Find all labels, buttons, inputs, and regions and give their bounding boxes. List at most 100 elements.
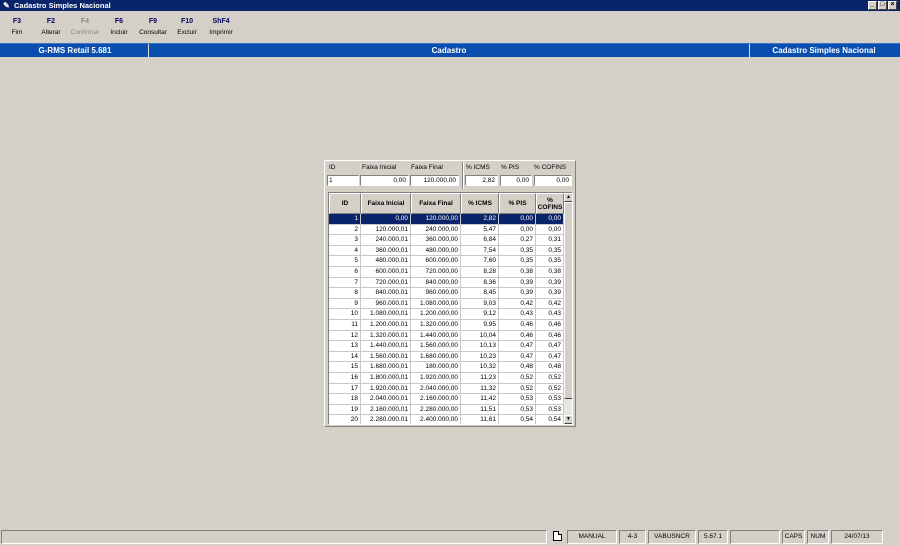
cell-faixa-final: 2.280.000,00 xyxy=(411,404,461,416)
cell-pis: 0,43 xyxy=(499,309,536,320)
pis-label: % PIS xyxy=(501,164,520,171)
window-title: Cadastro Simples Nacional xyxy=(14,1,111,10)
cell-icms: 7,54 xyxy=(461,245,499,257)
fim-button[interactable]: F3 Fim xyxy=(0,14,34,40)
table-row[interactable]: 3 240.000,01 360.000,00 6,84 0,27 0,31 xyxy=(329,235,564,246)
faixas-table[interactable]: ID Faixa Inicial Faixa Final % ICMS % PI… xyxy=(328,192,573,425)
column-header-id[interactable]: ID xyxy=(329,193,361,214)
id-input[interactable]: 1 xyxy=(327,175,359,186)
table-row[interactable]: 5 480.000,01 600.000,00 7,60 0,35 0,35 xyxy=(329,256,564,267)
cell-id: 19 xyxy=(329,404,361,416)
icms-input[interactable]: 2,82 xyxy=(465,175,498,186)
tool-label: Imprimir xyxy=(209,29,233,36)
confirmar-button: F4 Confirmar xyxy=(68,14,102,40)
cadastro-panel: ID Faixa Inicial Faixa Final % ICMS % PI… xyxy=(324,160,576,427)
window-titlebar[interactable]: ✎ Cadastro Simples Nacional _ □ × xyxy=(0,0,900,11)
table-row[interactable]: 18 2.040.000,01 2.160.000,00 11,42 0,53 0,53 xyxy=(329,394,564,405)
icms-label: % ICMS xyxy=(466,164,490,171)
cell-id: 9 xyxy=(329,298,361,310)
cell-faixa-final: 1.320.000,00 xyxy=(411,319,461,331)
column-header-faixa-final[interactable]: Faixa Final xyxy=(411,193,461,214)
cell-id: 8 xyxy=(329,288,361,299)
column-header-cofins[interactable]: % COFINS xyxy=(536,193,564,214)
table-row[interactable]: 6 600.000,01 720.000,00 8,28 0,38 0,38 xyxy=(329,266,564,278)
table-row[interactable]: 7 720.000,01 840.000,00 8,36 0,39 0,39 xyxy=(329,277,564,289)
cell-id: 10 xyxy=(329,309,361,320)
cell-id: 20 xyxy=(329,415,361,424)
cell-icms: 2,82 xyxy=(461,214,499,225)
status-bar: MANUAL 4-3 VABUSNCR 5.67.1 CAPS NUM 24/0… xyxy=(0,529,900,545)
incluir-button[interactable]: F6 Incluir xyxy=(102,14,136,40)
cell-icms: 11,61 xyxy=(461,415,499,424)
scroll-down-icon[interactable]: ▼ xyxy=(564,415,572,424)
table-row[interactable]: 8 840.000,01 960.000,00 8,45 0,39 0,39 xyxy=(329,288,564,299)
consultar-button[interactable]: F9 Consultar xyxy=(136,14,170,40)
table-row[interactable]: 19 2.160.000,01 2.280.000,00 11,51 0,53 0,53 xyxy=(329,404,564,416)
tool-key: F3 xyxy=(12,18,22,25)
cell-id: 14 xyxy=(329,351,361,363)
cell-id: 13 xyxy=(329,341,361,352)
cell-cofins: 0,38 xyxy=(536,266,564,278)
table-row[interactable]: 15 1.680.000,01 180.000,00 10,32 0,48 0,48 xyxy=(329,362,564,373)
vertical-scrollbar[interactable]: ▲ ▼ xyxy=(564,193,572,424)
cell-faixa-inicial: 1.080.000,01 xyxy=(361,309,411,320)
table-row[interactable]: 17 1.920.000,01 2.040.000,00 11,32 0,52 0,52 xyxy=(329,383,564,395)
maximize-button[interactable]: □ xyxy=(878,1,887,10)
cell-faixa-final: 2.040.000,00 xyxy=(411,383,461,395)
column-header-faixa-inicial[interactable]: Faixa Inicial xyxy=(361,193,411,214)
cell-id: 17 xyxy=(329,383,361,395)
minimize-button[interactable]: _ xyxy=(868,1,877,10)
cofins-input[interactable]: 0,00 xyxy=(534,175,572,186)
tool-key: F10 xyxy=(180,18,194,25)
table-row[interactable]: 1 0,00 120.000,00 2,82 0,00 0,00 xyxy=(329,214,564,225)
cell-faixa-inicial: 0,00 xyxy=(361,214,411,225)
cell-pis: 0,42 xyxy=(499,298,536,310)
table-row[interactable]: 20 2.280.000,01 2.400.000,00 11,61 0,54 0,54 xyxy=(329,415,564,424)
pis-input[interactable]: 0,00 xyxy=(500,175,532,186)
cell-id: 3 xyxy=(329,235,361,246)
table-row[interactable]: 2 120.000,01 240.000,00 5,47 0,00 0,00 xyxy=(329,224,564,236)
faixa-final-input[interactable]: 120.000,00 xyxy=(410,175,459,186)
cell-icms: 10,13 xyxy=(461,341,499,352)
cell-pis: 0,47 xyxy=(499,351,536,363)
table-row[interactable]: 9 960.000,01 1.080.000,00 9,03 0,42 0,42 xyxy=(329,298,564,310)
alterar-button[interactable]: F2 Alterar xyxy=(34,14,68,40)
table-row[interactable]: 11 1.200.000,01 1.320.000,00 9,95 0,46 0,46 xyxy=(329,319,564,331)
faixa-inicial-input[interactable]: 0,00 xyxy=(360,175,409,186)
cell-faixa-final: 1.920.000,00 xyxy=(411,372,461,384)
cell-pis: 0,46 xyxy=(499,330,536,342)
imprimir-button[interactable]: ShF4 Imprimir xyxy=(204,14,238,40)
table-row[interactable]: 4 360.000,01 480.000,00 7,54 0,35 0,35 xyxy=(329,245,564,257)
cell-id: 18 xyxy=(329,394,361,405)
cell-pis: 0,35 xyxy=(499,245,536,257)
cell-faixa-final: 240.000,00 xyxy=(411,224,461,236)
cell-cofins: 0,47 xyxy=(536,351,564,363)
table-row[interactable]: 10 1.080.000,01 1.200.000,00 9,12 0,43 0,43 xyxy=(329,309,564,320)
cell-pis: 0,53 xyxy=(499,394,536,405)
cell-faixa-final: 840.000,00 xyxy=(411,277,461,289)
scroll-thumb[interactable] xyxy=(564,202,572,399)
cell-cofins: 0,39 xyxy=(536,288,564,299)
scroll-up-icon[interactable]: ▲ xyxy=(564,193,572,202)
cell-icms: 11,32 xyxy=(461,383,499,395)
close-button[interactable]: × xyxy=(888,1,897,10)
cell-cofins: 0,35 xyxy=(536,256,564,267)
column-header-icms[interactable]: % ICMS xyxy=(461,193,499,214)
table-row[interactable]: 16 1.800.000,01 1.920.000,00 11,23 0,52 0,52 xyxy=(329,372,564,384)
cell-icms: 5,47 xyxy=(461,224,499,236)
cell-pis: 0,46 xyxy=(499,319,536,331)
excluir-button[interactable]: F10 Excluir xyxy=(170,14,204,40)
table-row[interactable]: 14 1.560.000,01 1.680.000,00 10,23 0,47 0,47 xyxy=(329,351,564,363)
table-row[interactable]: 13 1.440.000,01 1.560.000,00 10,13 0,47 0,47 xyxy=(329,341,564,352)
cell-faixa-inicial: 240.000,01 xyxy=(361,235,411,246)
cell-cofins: 0,43 xyxy=(536,309,564,320)
cell-pis: 0,38 xyxy=(499,266,536,278)
table-row[interactable]: 12 1.320.000,01 1.440.000,00 10,04 0,46 0,46 xyxy=(329,330,564,342)
cell-icms: 7,60 xyxy=(461,256,499,267)
column-header-pis[interactable]: % PIS xyxy=(499,193,536,214)
cell-faixa-inicial: 960.000,01 xyxy=(361,298,411,310)
field-separator xyxy=(462,162,464,189)
cell-faixa-final: 2.400.000,00 xyxy=(411,415,461,424)
cell-icms: 9,95 xyxy=(461,319,499,331)
cell-id: 15 xyxy=(329,362,361,373)
